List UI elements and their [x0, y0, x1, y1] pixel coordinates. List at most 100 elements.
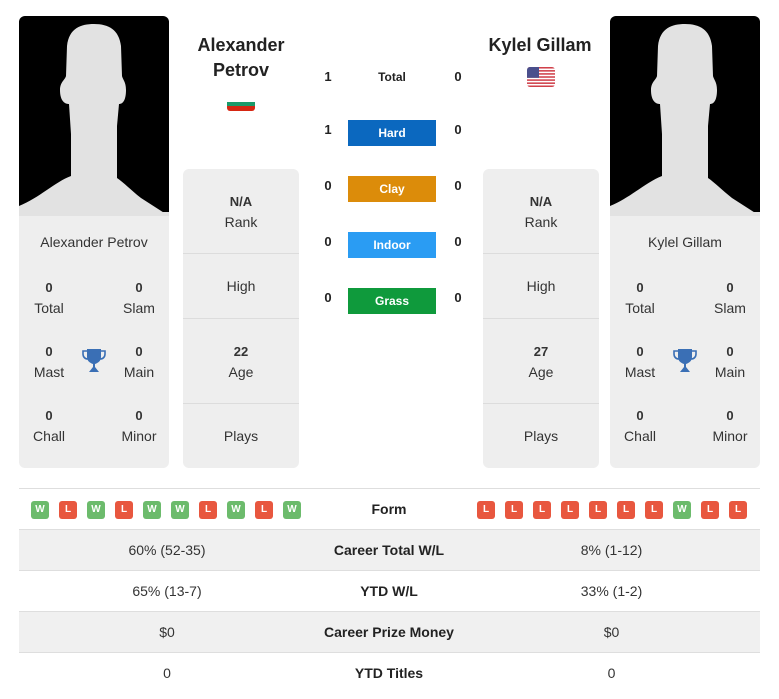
title-value: 0 [636, 280, 644, 295]
title-minor: 0 Minor [109, 406, 169, 446]
rank-row: N/A Rank [183, 192, 299, 232]
title-value: 0 [45, 408, 53, 423]
table-row: 60% (52-35) Career Total W/L 8% (1-12) [19, 529, 760, 570]
divider [183, 253, 299, 254]
title-chall: 0 Chall [19, 406, 79, 446]
ytd-titles-label: YTD Titles [354, 665, 424, 681]
player2-career-prize-money: $0 [603, 624, 620, 640]
title-value: 0 [726, 408, 734, 423]
player1-card-name: Alexander Petrov [40, 234, 148, 250]
surface-indoor-badge[interactable]: Indoor [348, 232, 436, 258]
player2-name-link[interactable]: Kylel Gillam [480, 33, 600, 58]
form-win-badge[interactable]: W [283, 501, 301, 519]
title-label: Chall [624, 428, 656, 444]
form-win-badge[interactable]: W [87, 501, 105, 519]
h2h-p1-value: 0 [324, 290, 332, 305]
form-loss-badge[interactable]: L [561, 501, 579, 519]
age-value: 22 [233, 344, 249, 359]
player2-photo [610, 16, 760, 216]
form-loss-badge[interactable]: L [729, 501, 747, 519]
h2h-p2-value: 0 [454, 234, 462, 249]
title-label: Total [34, 300, 64, 316]
player1-name-link[interactable]: Alexander Petrov [183, 33, 299, 83]
form-loss-badge[interactable]: L [59, 501, 77, 519]
surface-clay-badge[interactable]: Clay [348, 176, 436, 202]
form-loss-badge[interactable]: L [589, 501, 607, 519]
title-chall: 0 Chall [610, 406, 670, 446]
surface-grass-badge[interactable]: Grass [348, 288, 436, 314]
form-win-badge[interactable]: W [171, 501, 189, 519]
age-row: 22 Age [183, 342, 299, 382]
form-loss-badge[interactable]: L [255, 501, 273, 519]
form-loss-badge[interactable]: L [477, 501, 495, 519]
player1-name-line1: Alexander [197, 35, 285, 55]
h2h-p2-value: 0 [454, 122, 462, 137]
rank-value: N/A [229, 194, 253, 209]
form-loss-badge[interactable]: L [199, 501, 217, 519]
h2h-p2-value: 0 [454, 178, 462, 193]
age-value: 27 [533, 344, 549, 359]
title-value: 0 [45, 280, 53, 295]
title-value: 0 [636, 344, 644, 359]
title-label: Mast [33, 364, 65, 380]
plays-row: Plays [183, 426, 299, 446]
title-value: 0 [45, 344, 53, 359]
career-prize-money-label: Career Prize Money [324, 624, 454, 640]
divider [483, 403, 599, 404]
avatar-silhouette-icon [19, 24, 169, 216]
player2-ytd-wl: 33% (1-2) [580, 583, 643, 599]
rank-label: Rank [224, 214, 258, 230]
player2-form: LLLLLLLWLL [477, 501, 747, 519]
table-row: 65% (13-7) YTD W/L 33% (1-2) [19, 570, 760, 611]
form-loss-badge[interactable]: L [115, 501, 133, 519]
table-row: $0 Career Prize Money $0 [19, 611, 760, 652]
rank-value: N/A [529, 194, 553, 209]
age-row: 27 Age [483, 342, 599, 382]
h2h-total-row: 1 Total 0 [318, 67, 468, 93]
player1-ytd-titles: 0 [163, 665, 171, 681]
h2h-p1-value: 1 [324, 122, 332, 137]
player1-name-line2: Petrov [212, 60, 270, 80]
h2h-p2-value: 0 [454, 69, 462, 84]
form-loss-badge[interactable]: L [505, 501, 523, 519]
title-minor: 0 Minor [700, 406, 760, 446]
player2-card-name: Kylel Gillam [648, 234, 722, 250]
trophy-icon [673, 349, 697, 372]
title-total: 0 Total [610, 278, 670, 318]
h2h-p1-value: 0 [324, 178, 332, 193]
h2h-p1-value: 1 [324, 69, 332, 84]
h2h-total-label: Total [378, 70, 406, 84]
title-label: Slam [123, 300, 155, 316]
form-loss-badge[interactable]: L [533, 501, 551, 519]
surface-hard-badge[interactable]: Hard [348, 120, 436, 146]
form-win-badge[interactable]: W [143, 501, 161, 519]
usa-flag-icon [527, 67, 555, 87]
divider [183, 403, 299, 404]
table-row: 0 YTD Titles 0 [19, 652, 760, 693]
plays-label: Plays [223, 428, 259, 444]
title-label: Main [714, 364, 746, 380]
player2-ytd-titles: 0 [607, 665, 616, 681]
trophy-icon [82, 349, 106, 372]
form-win-badge[interactable]: W [31, 501, 49, 519]
title-total: 0 Total [19, 278, 79, 318]
form-win-badge[interactable]: W [227, 501, 245, 519]
title-value: 0 [135, 280, 143, 295]
form-loss-badge[interactable]: L [645, 501, 663, 519]
form-loss-badge[interactable]: L [617, 501, 635, 519]
player2-card: Kylel Gillam 0 Total 0 Slam 0 Mast 0 Mai… [610, 16, 760, 468]
age-label: Age [528, 364, 554, 380]
title-mast: 0 Mast [19, 342, 79, 382]
player2-career-total-wl: 8% (1-12) [580, 542, 643, 558]
h2h-p2-value: 0 [454, 290, 462, 305]
form-loss-badge[interactable]: L [701, 501, 719, 519]
player1-career-prize-money: $0 [159, 624, 175, 640]
h2h-grass-row: 0 Grass 0 [318, 288, 468, 314]
form-win-badge[interactable]: W [673, 501, 691, 519]
comparison-table: WLWLWWLWLW Form LLLLLLLWLL 60% (52-35) C… [19, 488, 760, 693]
title-main: 0 Main [700, 342, 760, 382]
form-label: Form [371, 501, 407, 517]
high-label: High [226, 278, 256, 294]
title-label: Chall [33, 428, 65, 444]
plays-row: Plays [483, 426, 599, 446]
